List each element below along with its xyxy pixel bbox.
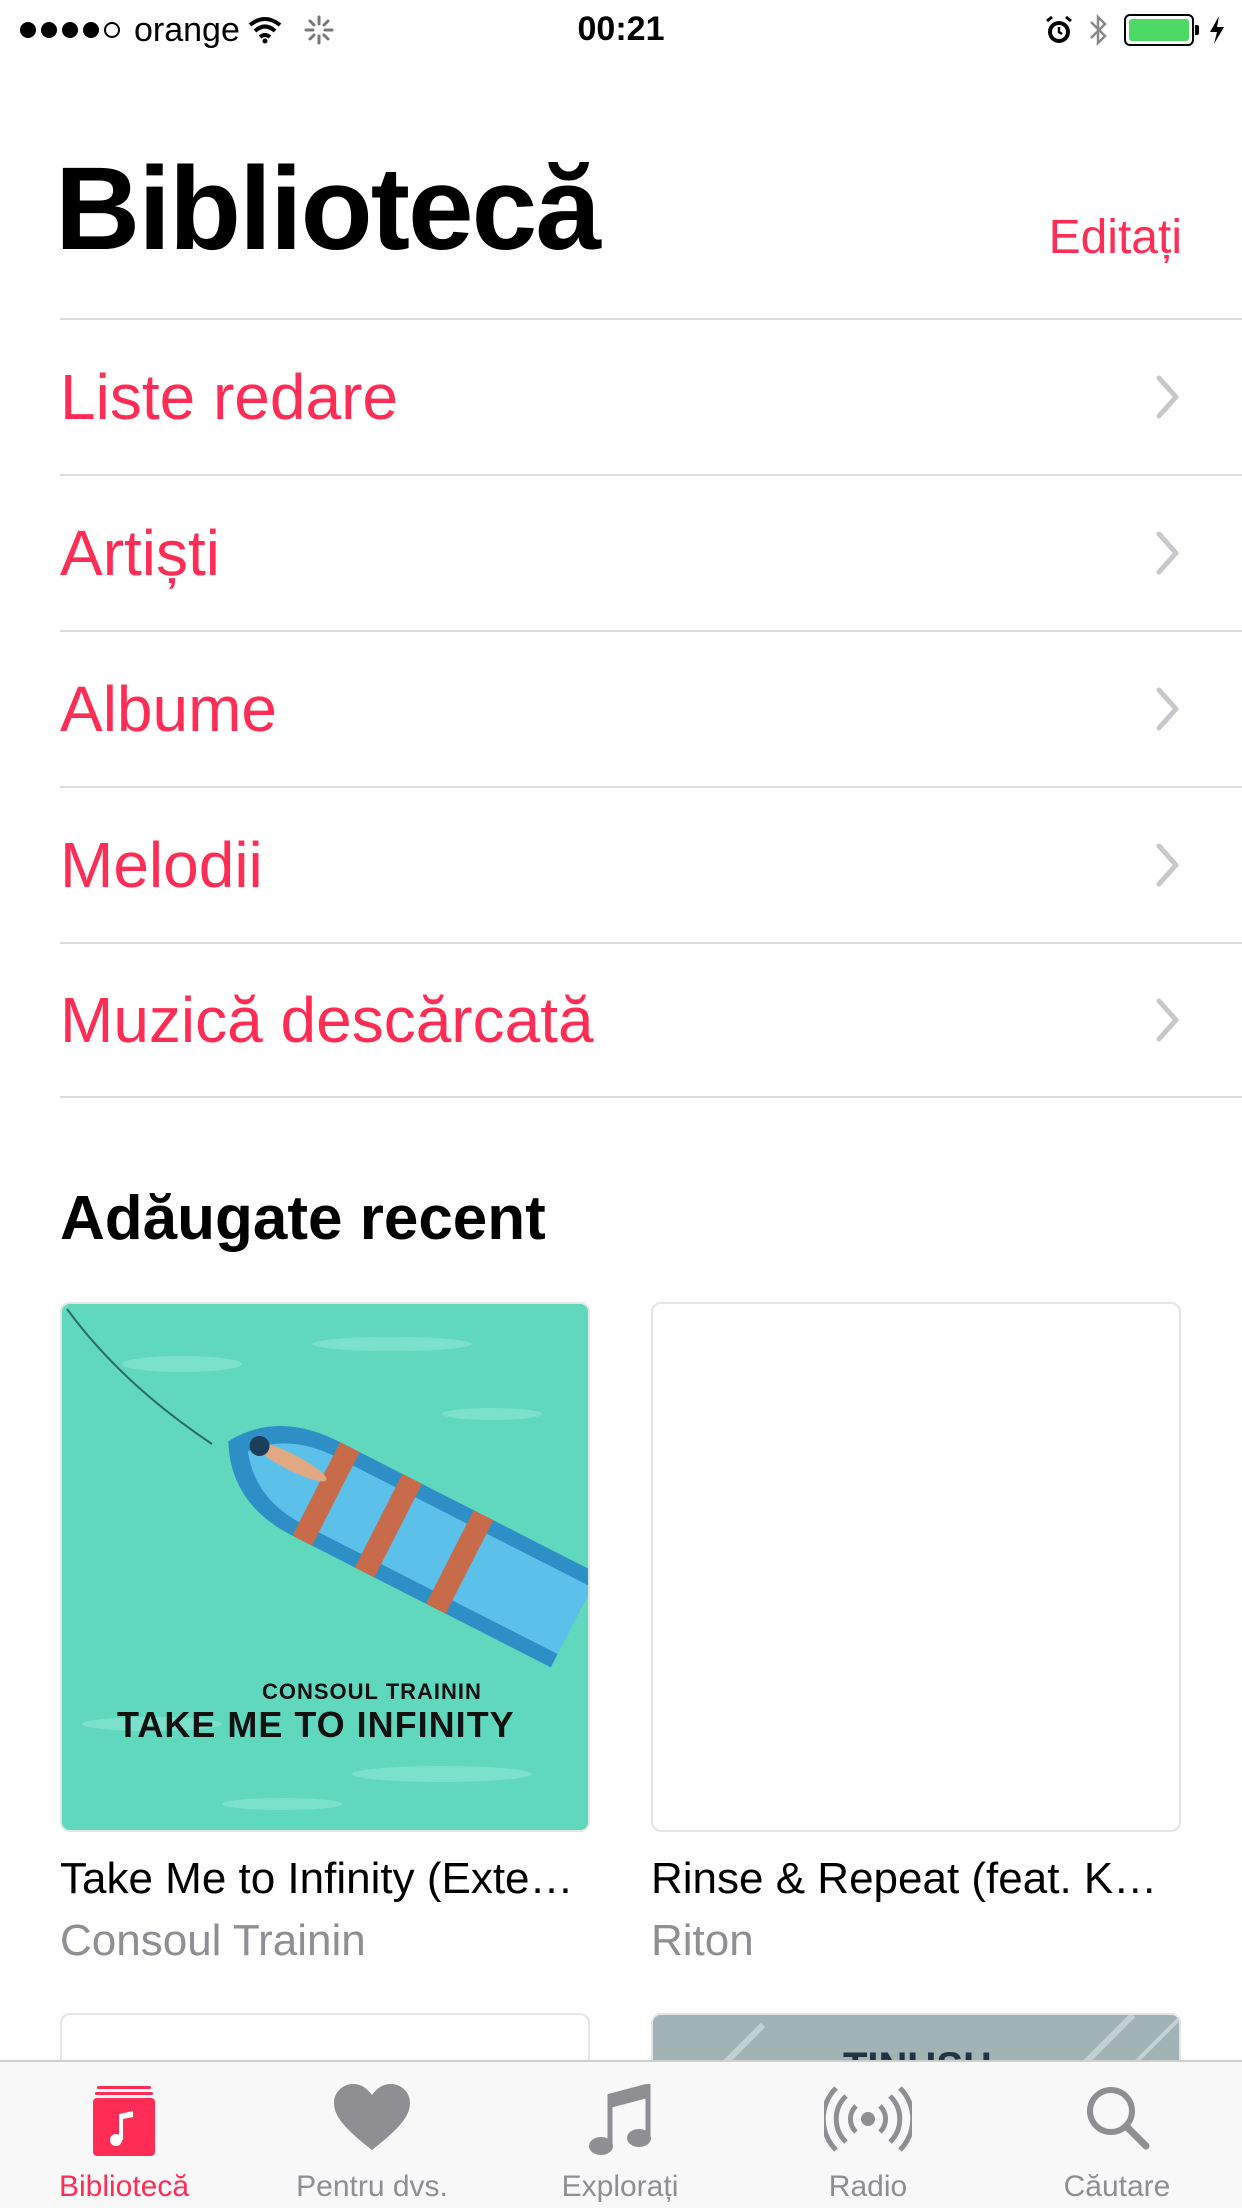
list-item-label: Liste redare <box>60 361 398 433</box>
status-right <box>1044 8 1226 52</box>
tab-search[interactable]: Căutare <box>992 2062 1242 2208</box>
chevron-right-icon <box>1156 687 1179 731</box>
album-artist: Riton <box>651 1916 754 1965</box>
list-item-songs[interactable]: Melodii <box>60 786 1242 942</box>
charging-bolt-icon <box>1208 15 1226 45</box>
chevron-right-icon <box>1156 375 1179 419</box>
tab-radio[interactable]: Radio <box>744 2062 992 2208</box>
battery-icon <box>1124 14 1199 46</box>
album-art-placeholder[interactable] <box>651 1302 1181 1832</box>
list-item-label: Artiști <box>60 517 220 589</box>
list-item-label: Melodii <box>60 829 263 901</box>
page-title: Bibliotecă <box>55 143 601 275</box>
tab-label: Pentru dvs. <box>296 2170 448 2203</box>
music-note-icon <box>589 2084 651 2155</box>
tab-label: Explorați <box>561 2170 679 2203</box>
tab-browse[interactable]: Explorați <box>496 2062 744 2208</box>
search-icon <box>1087 2087 1150 2150</box>
recently-added-heading: Adăugate recent <box>60 1184 546 1253</box>
chevron-right-icon <box>1156 998 1179 1042</box>
edit-button[interactable]: Editați <box>1049 210 1182 265</box>
chevron-right-icon <box>1156 531 1179 575</box>
list-item-playlists[interactable]: Liste redare <box>60 318 1242 474</box>
battery-level-fill <box>1129 19 1189 41</box>
status-bar: orange 00:21 <box>0 0 1242 60</box>
heart-icon <box>334 2084 410 2150</box>
list-item-downloaded-music[interactable]: Muzică descărcată <box>60 942 1242 1098</box>
tab-library[interactable]: Bibliotecă <box>0 2062 248 2208</box>
list-item-label: Albume <box>60 673 277 745</box>
album-art-text: CONSOUL TRAININ <box>262 1679 482 1704</box>
album-art-text: TAKE ME TO INFINITY <box>117 1704 515 1745</box>
list-item-albums[interactable]: Albume <box>60 630 1242 786</box>
library-icon <box>93 2086 155 2156</box>
music-library-screen: orange 00:21 Bibliotecă Editați Liste re… <box>0 0 1242 2208</box>
album-title: Take Me to Infinity (Exte… <box>60 1854 574 1903</box>
bluetooth-icon <box>1088 13 1110 47</box>
list-item-label: Muzică descărcată <box>60 984 594 1056</box>
tab-for-you[interactable]: Pentru dvs. <box>248 2062 496 2208</box>
tab-bar: Bibliotecă Pentru dvs. Explorați Radio C… <box>0 2060 1242 2208</box>
list-item-artists[interactable]: Artiști <box>60 474 1242 630</box>
chevron-right-icon <box>1156 843 1179 887</box>
album-title: Rinse & Repeat (feat. K… <box>651 1854 1158 1903</box>
tab-label: Bibliotecă <box>58 2170 190 2203</box>
library-list: Liste redare Artiști Albume Melodii Muzi… <box>60 318 1242 1098</box>
alarm-icon <box>1044 14 1074 46</box>
album-tile[interactable]: CONSOUL TRAININ TAKE ME TO INFINITY Take… <box>60 1302 590 1966</box>
tab-label: Căutare <box>1063 2170 1171 2203</box>
album-artist: Consoul Trainin <box>60 1916 366 1965</box>
album-tile[interactable]: Rinse & Repeat (feat. K… Riton <box>651 1302 1181 1966</box>
album-art-boat[interactable]: CONSOUL TRAININ TAKE ME TO INFINITY <box>60 1302 590 1832</box>
radio-icon <box>824 2086 912 2152</box>
tab-label: Radio <box>828 2170 908 2203</box>
